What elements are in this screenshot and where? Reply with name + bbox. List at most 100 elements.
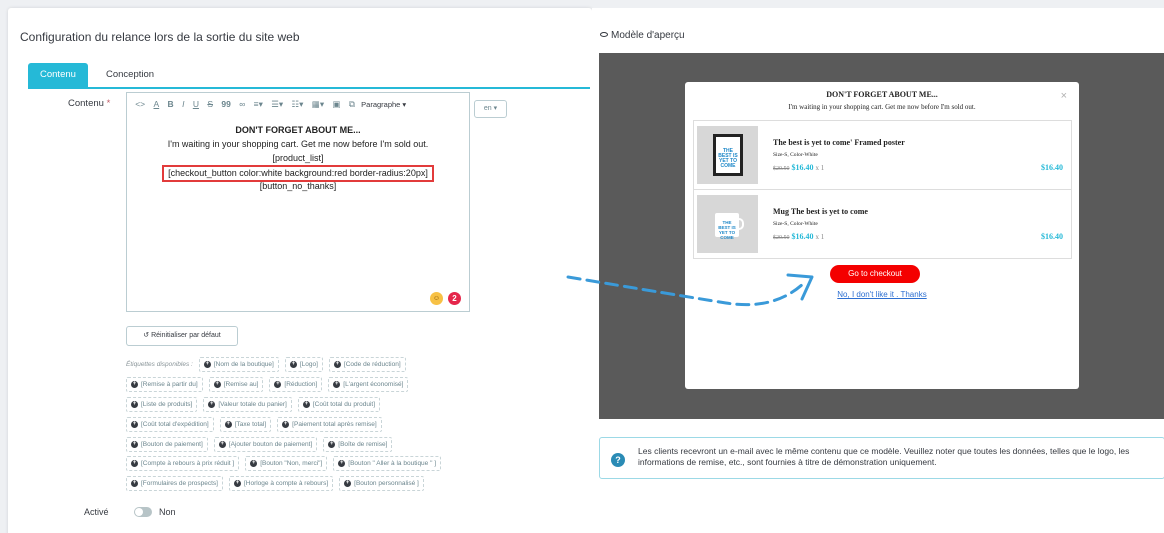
tags-label: Étiquettes disponibles :	[126, 361, 193, 369]
tag-lead-forms[interactable]: + [Formulaires de prospects]	[126, 476, 223, 492]
app-root: Configuration du relance lors de la sort…	[0, 0, 1164, 533]
info-alert: ? Les clients recevront un e-mail avec l…	[599, 437, 1164, 479]
tab-content[interactable]: Contenu	[28, 63, 88, 87]
align-icon[interactable]: ≡▾	[249, 93, 267, 115]
tag-product-total[interactable]: + [Coût total du produit]	[297, 396, 381, 412]
preview-title-text: Modèle d'aperçu	[611, 30, 685, 41]
tag-go-shop-button[interactable]: + [Bouton " Aller à la boutique " ]	[333, 456, 442, 472]
preview-modal: DON'T FORGET ABOUT ME... I'm waiting in …	[685, 82, 1079, 389]
tag-discount-code[interactable]: + [Code de réduction]	[328, 357, 406, 373]
tag-discount-to[interactable]: + [Remise au]	[208, 377, 264, 393]
product-name: The best is yet to come' Framed poster	[773, 138, 905, 147]
media-icon[interactable]: ⧉	[345, 93, 359, 115]
tag-discount-box[interactable]: + [Boîte de remise]	[323, 436, 393, 452]
required-mark: *	[106, 98, 111, 109]
checkout-button[interactable]: Go to checkout	[830, 265, 920, 283]
tag-discount-from[interactable]: + [Remise à partir du]	[126, 377, 203, 393]
reset-icon: ↺	[143, 332, 150, 339]
plus-icon: +	[333, 381, 341, 389]
tag-custom-button[interactable]: + [Bouton personnalisé ]	[339, 476, 424, 492]
preview-panel: Modèle d'aperçu DON'T FORGET ABOUT ME...…	[592, 8, 1164, 533]
tag-shipping-total[interactable]: + [Coût total d'expédition]	[126, 416, 214, 432]
table-icon[interactable]: ▦▾	[308, 93, 329, 115]
tag-shop-name[interactable]: + [Nom de la boutique]	[198, 357, 279, 373]
plus-icon: +	[250, 460, 258, 468]
paragraph-select[interactable]: Paragraphe ▾	[359, 100, 406, 109]
plus-icon: +	[131, 381, 138, 389]
product-name: Mug The best is yet to come	[773, 207, 868, 216]
tag-row: + [Compte à rebours à prix réduit ] + [Bou…	[126, 454, 471, 474]
blockquote-icon[interactable]: 99	[217, 93, 235, 115]
content-field-label: Contenu *	[68, 98, 110, 109]
plus-icon: +	[233, 480, 241, 488]
plus-icon: +	[289, 361, 297, 369]
help-icon: ?	[611, 453, 625, 467]
source-code-icon[interactable]: <>	[131, 93, 149, 115]
tag-no-thanks-button[interactable]: + [Bouton "Non, merci"]	[245, 456, 328, 472]
product-list: THE BEST IS YET TO COME The best is yet …	[693, 120, 1072, 259]
panel-title: Configuration du relance lors de la sort…	[20, 30, 300, 44]
plus-icon: +	[131, 420, 138, 428]
plus-icon: +	[302, 400, 310, 408]
plus-icon: +	[203, 361, 211, 369]
plus-icon: +	[208, 400, 216, 408]
tag-cart-total[interactable]: + [Valeur totale du panier]	[203, 396, 292, 412]
new-price: $16.40	[791, 163, 814, 172]
old-price: $20.50	[773, 235, 790, 241]
checkout-tag-line: [checkout_button color:white background:…	[127, 165, 469, 182]
tag-payment-button[interactable]: + [Bouton de paiement]	[126, 436, 208, 452]
active-toggle[interactable]	[134, 507, 152, 517]
emoji-icon[interactable]: ☺	[430, 292, 443, 305]
tag-product-list[interactable]: + [Liste de produits]	[126, 396, 198, 412]
tag-tax-total[interactable]: + [Taxe total]	[219, 416, 272, 432]
tag-row: + [Remise à partir du] + [Remise au] + [Réd…	[126, 375, 471, 395]
tab-design[interactable]: Conception	[96, 63, 164, 87]
editor-toolbar: <> A B I U S 99 ∞ ≡▾ ☰▾ ☷▾ ▦▾ ▣ ⧉ Paragr…	[127, 93, 469, 115]
mug-image: THE BEST IS YET TO COME	[715, 213, 739, 240]
plus-icon: +	[344, 480, 352, 488]
quantity: x 1	[815, 233, 825, 241]
tag-reduction[interactable]: + [Réduction]	[269, 377, 323, 393]
bullet-list-icon[interactable]: ☰▾	[267, 93, 287, 115]
plus-icon: +	[338, 460, 346, 468]
strikethrough-icon[interactable]: S	[203, 93, 217, 115]
image-icon[interactable]: ▣	[328, 93, 344, 115]
link-icon[interactable]: ∞	[235, 93, 249, 115]
plus-icon: +	[274, 381, 282, 389]
bold-icon[interactable]: B	[163, 93, 178, 115]
tag-logo[interactable]: + [Logo]	[284, 357, 323, 373]
tag-countdown-clock[interactable]: + [Horloge à compte à rebours]	[228, 476, 334, 492]
product-row: THE BEST IS YET TO COME Mug The best is …	[694, 190, 1071, 259]
rich-text-editor[interactable]: <> A B I U S 99 ∞ ≡▾ ☰▾ ☷▾ ▦▾ ▣ ⧉ Paragr…	[126, 92, 470, 312]
product-thumbnail: THE BEST IS YET TO COME	[697, 126, 758, 184]
no-thanks-link[interactable]: No, I don't like it . Thanks	[685, 290, 1079, 299]
poster-image: THE BEST IS YET TO COME	[713, 134, 743, 176]
tag-countdown-price[interactable]: + [Compte à rebours à prix réduit ]	[126, 456, 240, 472]
tag-row: + [Coût total d'expédition] + [Taxe total]…	[126, 414, 471, 434]
editor-content[interactable]: DON'T FORGET ABOUT ME... I'm waiting in …	[127, 123, 469, 193]
language-select[interactable]: en ▾	[474, 100, 507, 118]
tag-payment-after-discount[interactable]: + [Paiement total après remise]	[277, 416, 382, 432]
plus-icon: +	[131, 460, 138, 468]
plus-icon: +	[224, 420, 232, 428]
text-color-icon[interactable]: A	[149, 93, 163, 115]
underline-icon[interactable]: U	[189, 93, 204, 115]
available-tags: Étiquettes disponibles : + [Nom de la bou…	[126, 355, 471, 494]
tag-money-saved[interactable]: + [L'argent économisé]	[328, 377, 409, 393]
product-price: $20.50 $16.40 x 1	[773, 163, 824, 172]
info-text: Les clients recevront un e-mail avec le …	[638, 446, 1130, 467]
notification-badge[interactable]: 2	[448, 292, 461, 305]
config-panel: Configuration du relance lors de la sort…	[8, 8, 592, 533]
tag-row: + [Formulaires de prospects] + [Horloge à …	[126, 474, 471, 494]
plus-icon: +	[333, 361, 341, 369]
modal-title: DON'T FORGET ABOUT ME...	[826, 90, 938, 99]
reset-default-button[interactable]: ↺ Réinitialiser par défaut	[126, 326, 238, 346]
tag-add-payment-button[interactable]: + [Ajouter bouton de paiement]	[213, 436, 318, 452]
product-thumbnail: THE BEST IS YET TO COME	[697, 195, 758, 253]
numbered-list-icon[interactable]: ☷▾	[287, 93, 307, 115]
italic-icon[interactable]: I	[178, 93, 189, 115]
editor-heading: DON'T FORGET ABOUT ME...	[235, 125, 361, 135]
line-total: $16.40	[1041, 163, 1063, 172]
close-icon[interactable]: ×	[1061, 90, 1067, 102]
mug-text: THE BEST IS YET TO COME	[718, 220, 736, 240]
